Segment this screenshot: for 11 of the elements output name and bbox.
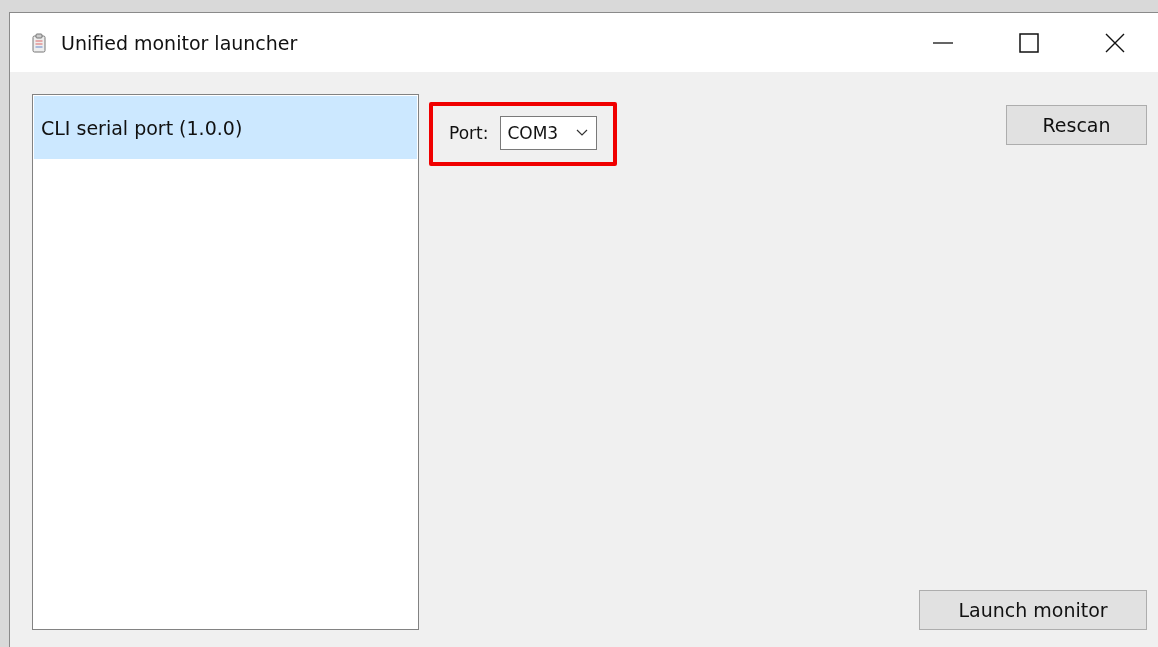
port-dropdown[interactable]: COM3 xyxy=(500,116,598,150)
window-title: Unified monitor launcher xyxy=(61,31,298,54)
close-icon xyxy=(1105,32,1125,53)
minimize-icon xyxy=(933,41,953,44)
chevron-down-icon xyxy=(576,129,589,137)
maximize-icon xyxy=(1019,32,1039,53)
rescan-button[interactable]: Rescan xyxy=(1006,105,1147,145)
clipboard-icon xyxy=(32,32,46,53)
monitor-list-item[interactable]: CLI serial port (1.0.0) xyxy=(34,96,417,159)
port-label: Port: xyxy=(449,123,489,143)
launch-monitor-button[interactable]: Launch monitor xyxy=(919,590,1147,630)
